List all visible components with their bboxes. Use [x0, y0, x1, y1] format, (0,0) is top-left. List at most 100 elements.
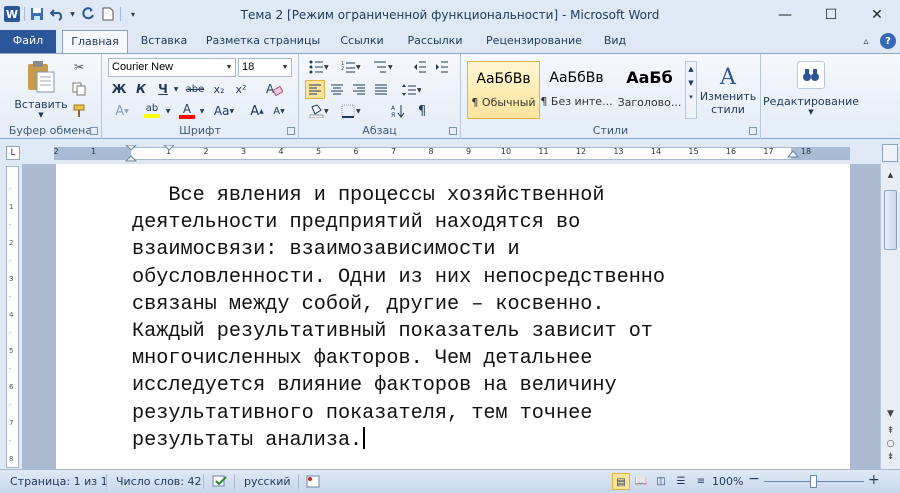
styles-scroll[interactable]: ▲ ▼ ▾ [685, 61, 697, 119]
minimize-button[interactable]: — [762, 0, 808, 30]
styles-dialog-launcher[interactable] [749, 127, 757, 135]
tab-references[interactable]: Ссылки [334, 30, 390, 54]
shading-button[interactable]: ▼ [305, 102, 333, 120]
binoculars-icon [797, 60, 825, 89]
copy-button[interactable] [70, 80, 88, 98]
page-count-indicator[interactable]: Страница: 1 из 1 [10, 475, 108, 488]
align-center-button[interactable] [327, 80, 347, 99]
tab-home[interactable]: Главная [62, 30, 128, 54]
highlight-dropdown-icon[interactable]: ▼ [164, 102, 172, 120]
cut-button[interactable]: ✂ [70, 58, 88, 76]
superscript-button[interactable]: x² [232, 80, 250, 98]
previous-page-icon[interactable]: ⇞ [885, 426, 896, 437]
tab-view[interactable]: Вид [596, 30, 634, 54]
browse-object-icon[interactable]: ○ [885, 439, 896, 450]
styles-scroll-up-icon[interactable]: ▲ [686, 65, 696, 73]
numbering-button[interactable]: 1 2 ▼ [337, 58, 365, 76]
editing-button[interactable]: Редактирование ▼ [763, 56, 859, 120]
vertical-scrollbar[interactable]: ▲ ▼ ⇞ ○ ⇟ [880, 164, 900, 469]
grow-font-button[interactable]: A ▲ [248, 102, 266, 120]
format-painter-button[interactable] [70, 102, 88, 120]
full-screen-reading-view-icon[interactable]: 📖 [632, 473, 650, 490]
outline-view-icon[interactable]: ☰ [672, 473, 690, 490]
font-size-combo[interactable]: 18 ▼ [238, 58, 292, 77]
tab-page-layout[interactable]: Разметка страницы [200, 30, 326, 54]
subscript-button[interactable]: x₂ [210, 80, 228, 98]
macro-record-icon[interactable] [306, 475, 320, 491]
decrease-indent-button[interactable] [411, 58, 429, 76]
collapse-ribbon-icon[interactable]: ▵ [858, 33, 874, 49]
chevron-down-icon[interactable]: ▼ [223, 59, 235, 76]
draft-view-icon[interactable]: ≡ [692, 473, 710, 490]
styles-group: АаБбВв ¶ Обычный АаБбВв ¶ Без инте... Аа… [461, 54, 761, 139]
decrease-indent-icon [414, 61, 426, 73]
change-styles-button[interactable]: A Изменить стили [699, 58, 757, 122]
align-left-button[interactable] [305, 80, 325, 99]
text-effects-button[interactable]: A ▼ [110, 102, 134, 120]
scroll-down-icon[interactable]: ▼ [885, 409, 896, 420]
close-button[interactable]: ✕ [854, 0, 900, 30]
italic-button[interactable]: К [132, 80, 150, 98]
font-dialog-launcher[interactable] [287, 127, 295, 135]
zoom-in-button[interactable]: + [868, 472, 880, 488]
bullets-button[interactable]: ▼ [305, 58, 333, 76]
increase-indent-button[interactable] [433, 58, 451, 76]
align-right-button[interactable] [349, 80, 369, 99]
language-indicator[interactable]: русский [244, 475, 291, 488]
word-count-indicator[interactable]: Число слов: 42 [116, 475, 202, 488]
tab-insert[interactable]: Вставка [136, 30, 192, 54]
tab-review[interactable]: Рецензирование [478, 30, 590, 54]
styles-scroll-down-icon[interactable]: ▼ [686, 79, 696, 87]
right-indent-marker[interactable] [787, 149, 799, 161]
borders-button[interactable]: ▼ [337, 102, 365, 120]
chevron-down-icon[interactable]: ▼ [279, 59, 291, 76]
bold-button[interactable]: Ж [110, 80, 128, 98]
document-page[interactable]: Все явления и процессы хозяйственной деят… [56, 164, 850, 469]
multilevel-list-button[interactable]: ▼ [369, 58, 397, 76]
document-line: Каждый результативный показатель зависит… [132, 320, 653, 344]
print-layout-view-icon[interactable]: ▤ [612, 473, 630, 490]
view-ruler-button[interactable] [882, 144, 898, 162]
justify-button[interactable] [371, 80, 391, 99]
font-color-button[interactable]: A [176, 102, 198, 120]
left-indent-marker[interactable] [125, 145, 137, 163]
help-icon[interactable]: ? [880, 33, 896, 49]
tab-selector[interactable]: L [6, 146, 20, 160]
ruler-number: 1 [90, 147, 97, 156]
scroll-up-icon[interactable]: ▲ [883, 168, 898, 183]
scroll-thumb[interactable] [884, 190, 897, 250]
vertical-ruler[interactable]: · 1 · 2 · 3 · 4 · 5 · 6 · 7 · 8 [6, 166, 19, 468]
web-layout-view-icon[interactable]: ◫ [652, 473, 670, 490]
highlight-button[interactable]: ab [140, 102, 164, 120]
horizontal-ruler[interactable]: 2 1 1 2 3 4 5 6 7 8 9 10 11 12 13 14 15 16 17 18 [53, 145, 850, 163]
font-color-dropdown-icon[interactable]: ▼ [198, 102, 206, 120]
styles-more-icon[interactable]: ▾ [686, 93, 696, 101]
line-spacing-button[interactable]: ▼ [397, 80, 425, 99]
paste-button[interactable]: Вставить ▼ [14, 58, 68, 120]
first-line-indent-marker[interactable] [163, 145, 175, 155]
tab-file[interactable]: Файл [0, 30, 56, 54]
next-page-icon[interactable]: ⇟ [885, 452, 896, 463]
underline-button[interactable]: Ч [154, 80, 172, 98]
clipboard-dialog-launcher[interactable] [90, 127, 98, 135]
zoom-level[interactable]: 100% [712, 475, 743, 488]
shrink-font-button[interactable]: A ▼ [270, 102, 288, 120]
document-body[interactable]: Все явления и процессы хозяйственной деят… [132, 182, 792, 454]
underline-dropdown-icon[interactable]: ▼ [172, 80, 180, 98]
change-case-button[interactable]: Aa ▼ [210, 102, 238, 120]
paragraph-dialog-launcher[interactable] [449, 127, 457, 135]
show-formatting-marks-button[interactable]: ¶ [413, 102, 431, 120]
clear-formatting-button[interactable]: A [260, 80, 288, 98]
tab-mailings[interactable]: Рассылки [402, 30, 468, 54]
style-heading-1[interactable]: АаБб Заголово... [613, 61, 686, 119]
font-name-combo[interactable]: Courier New ▼ [108, 58, 236, 77]
proofing-icon[interactable] [212, 475, 228, 491]
style-no-spacing[interactable]: АаБбВв ¶ Без инте... [540, 61, 613, 119]
sort-button[interactable]: АЯ [389, 102, 407, 120]
style-normal[interactable]: АаБбВв ¶ Обычный [467, 61, 540, 119]
maximize-button[interactable]: ☐ [808, 0, 854, 30]
text-effects-icon: A [115, 103, 125, 119]
strikethrough-button[interactable]: abe [184, 80, 206, 98]
zoom-out-button[interactable]: − [748, 471, 760, 487]
zoom-slider-thumb[interactable] [810, 475, 817, 488]
